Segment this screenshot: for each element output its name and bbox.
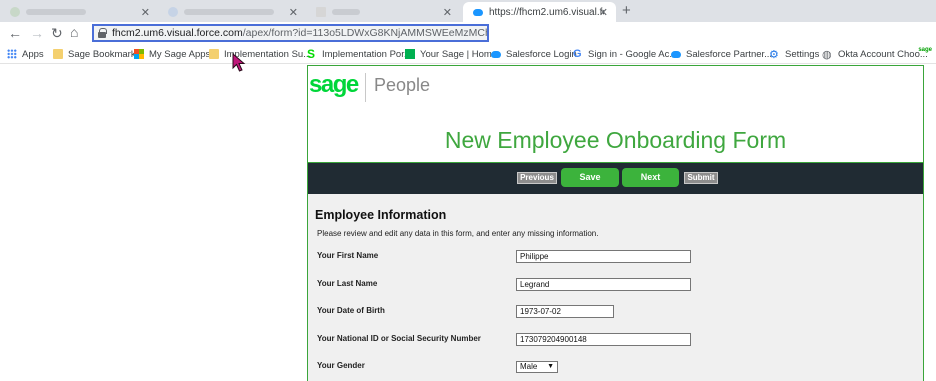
bookmark-label: Your Sage | Home <box>420 48 498 60</box>
first-name-field[interactable] <box>516 250 691 263</box>
folder-icon <box>53 49 63 59</box>
bookmark-okta[interactable]: ◍ Okta Account Choo... <box>822 47 928 61</box>
forward-arrow-icon[interactable]: → <box>30 24 44 42</box>
lock-icon <box>98 28 107 38</box>
save-button[interactable]: Save <box>561 168 619 187</box>
bookmark-implementation-su[interactable]: Implementation Su... <box>209 47 311 61</box>
tab-title: https://fhcm2.um6.visual.force.co <box>489 6 604 18</box>
bookmark-google-sign-in[interactable]: G Sign in - Google Ac... <box>573 47 677 61</box>
browser-toolbar: ← → ↻ ⌂ fhcm2.um6.visual.force.com/apex/… <box>0 22 936 44</box>
browser-tab[interactable]: ✕ <box>158 2 306 22</box>
tab-strip: ✕ ✕ ✕ https://fhcm2.um6.visual.force.co … <box>0 0 936 22</box>
onboarding-form: sage People New Employee Onboarding Form… <box>307 65 924 381</box>
bookmark-apps[interactable]: Apps <box>7 47 44 61</box>
home-icon[interactable]: ⌂ <box>70 23 78 41</box>
submit-button[interactable]: Submit <box>684 172 718 184</box>
address-bar[interactable]: fhcm2.um6.visual.force.com/apex/form?id=… <box>92 24 489 42</box>
bookmark-label: Apps <box>22 48 44 60</box>
browser-tab-active[interactable]: https://fhcm2.um6.visual.force.co ✕ <box>463 2 616 22</box>
next-button[interactable]: Next <box>622 168 679 187</box>
date-of-birth-field[interactable] <box>516 305 614 318</box>
bookmark-salesforce-login[interactable]: Salesforce Login <box>491 47 577 61</box>
tab-title-blurred <box>332 9 360 15</box>
apps-grid-icon <box>7 49 17 59</box>
google-icon: G <box>573 48 582 60</box>
browser-tab[interactable]: ✕ <box>306 2 460 22</box>
tab-close-icon[interactable]: ✕ <box>289 6 298 19</box>
bookmark-label: Sage Bookmarks <box>68 48 141 60</box>
back-arrow-icon[interactable]: ← <box>8 24 22 42</box>
chevron-down-icon: ▼ <box>547 363 554 370</box>
gear-icon: ⚙ <box>769 48 779 61</box>
address-host: fhcm2.um6.visual.force.com <box>112 27 243 39</box>
bookmark-sage-bookmarks[interactable]: Sage Bookmarks <box>53 47 140 61</box>
sage-logo: sage <box>309 71 359 98</box>
tab-close-icon[interactable]: ✕ <box>599 6 608 19</box>
microsoft-icon <box>134 49 144 59</box>
bookmark-label: Sign in - Google Ac... <box>588 48 678 60</box>
bookmark-implementation-por[interactable]: S Implementation Por... <box>307 47 412 61</box>
form-action-bar: Previous Save Next Submit <box>308 163 923 194</box>
tab-title-blurred <box>26 9 86 15</box>
tab-title-blurred <box>184 9 274 15</box>
web-page: sage People New Employee Onboarding Form… <box>0 65 936 381</box>
page-title: New Employee Onboarding Form <box>444 127 787 153</box>
bookmarks-bar: Apps Sage Bookmarks My Sage Apps Impleme… <box>0 44 936 64</box>
logo-divider <box>365 73 366 102</box>
first-name-label: Your First Name <box>317 251 379 260</box>
section-description: Please review and edit any data in this … <box>317 229 599 238</box>
bookmark-your-sage-home[interactable]: Your Sage | Home <box>405 47 497 61</box>
tab-close-icon[interactable]: ✕ <box>443 6 452 19</box>
bookmark-salesforce-partner[interactable]: Salesforce Partner... <box>671 47 772 61</box>
globe-icon: ◍ <box>822 48 832 61</box>
national-id-label: Your National ID or Social Security Numb… <box>317 334 481 343</box>
gender-select[interactable]: Male ▼ <box>516 361 558 373</box>
bookmark-label: Salesforce Partner... <box>686 48 773 60</box>
sage-green-icon <box>405 49 415 59</box>
previous-button[interactable]: Previous <box>517 172 557 184</box>
folder-icon <box>209 49 219 59</box>
national-id-field[interactable] <box>516 333 691 346</box>
bookmark-label: Implementation Por... <box>322 48 412 60</box>
bookmark-label: Okta Account Choo... <box>838 48 928 60</box>
section-title: Employee Information <box>315 208 447 222</box>
form-content: Employee Information Please review and e… <box>308 194 923 381</box>
tab-favicon-icon <box>10 7 20 17</box>
browser-window: ✕ ✕ ✕ https://fhcm2.um6.visual.force.co … <box>0 0 936 381</box>
tab-close-icon[interactable]: ✕ <box>141 6 150 19</box>
salesforce-icon <box>473 8 483 16</box>
tab-favicon-icon <box>168 7 178 17</box>
new-tab-icon[interactable]: + <box>622 2 631 19</box>
sage-s-icon: S <box>307 47 316 61</box>
date-of-birth-label: Your Date of Birth <box>317 306 385 315</box>
browser-tab[interactable]: ✕ <box>0 2 158 22</box>
bookmark-overflow-sage-icon[interactable]: sage <box>918 47 932 54</box>
logo-product: People <box>374 75 431 95</box>
bookmark-label: My Sage Apps <box>149 48 211 60</box>
form-header: sage People New Employee Onboarding Form <box>308 65 923 163</box>
bookmark-label: Settings <box>785 48 820 60</box>
gender-selected-value: Male <box>520 362 538 371</box>
salesforce-icon <box>491 50 501 58</box>
reload-icon[interactable]: ↻ <box>51 24 63 42</box>
address-path: /apex/form?id=113o5LDWxG8KNjAMMSWEeMzMCh… <box>242 27 487 39</box>
gender-label: Your Gender <box>317 361 365 370</box>
tab-favicon-icon <box>316 7 326 17</box>
last-name-label: Your Last Name <box>317 279 378 288</box>
mouse-cursor-icon <box>232 53 246 72</box>
salesforce-icon <box>671 50 681 58</box>
bookmark-label: Salesforce Login <box>506 48 577 60</box>
last-name-field[interactable] <box>516 278 691 291</box>
bookmark-settings[interactable]: ⚙ Settings <box>769 47 819 61</box>
bookmark-my-sage-apps[interactable]: My Sage Apps <box>134 47 210 61</box>
